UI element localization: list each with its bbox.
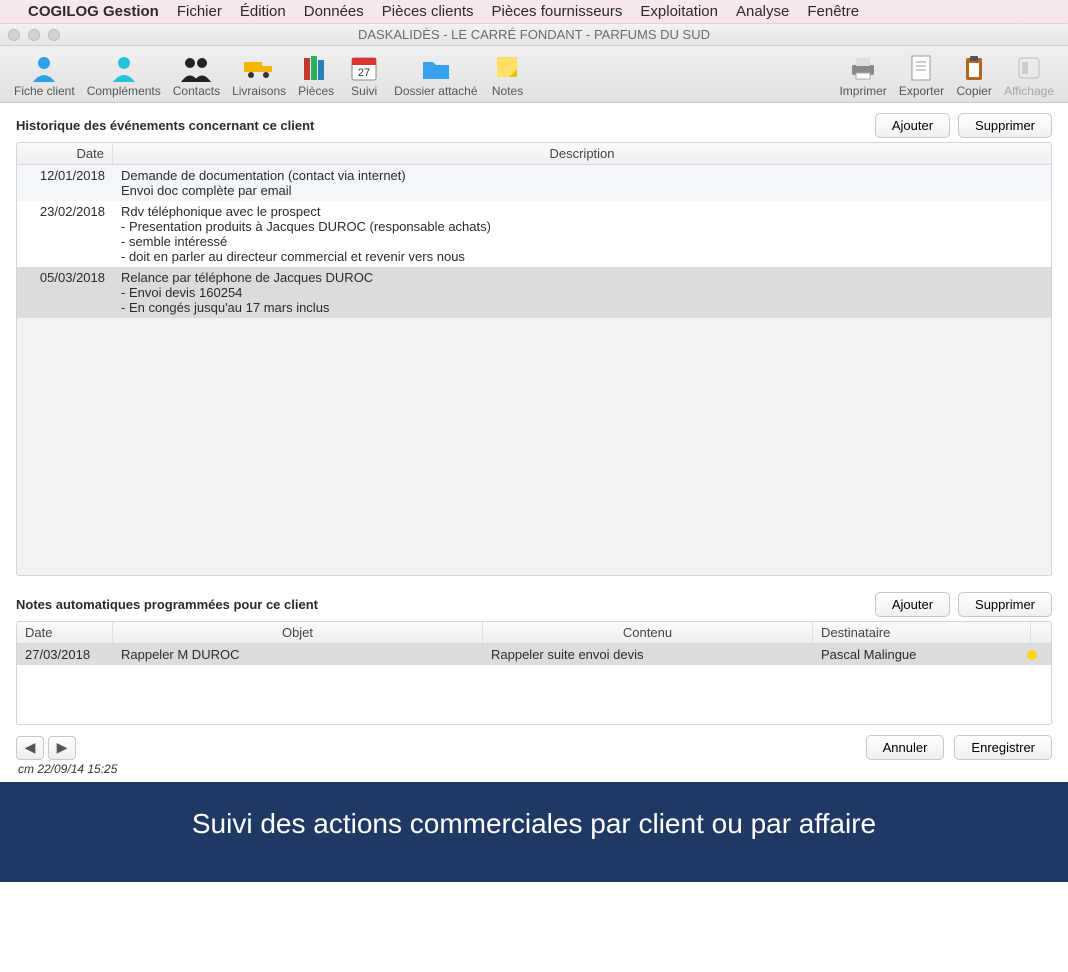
menu-exploitation[interactable]: Exploitation [640, 3, 718, 20]
table-row[interactable]: 12/01/2018Demande de documentation (cont… [17, 165, 1051, 201]
prev-button[interactable]: ◀ [16, 736, 44, 760]
toolbar-label: Contacts [173, 84, 220, 98]
traffic-lights[interactable] [8, 29, 60, 41]
minimize-icon[interactable] [28, 29, 40, 41]
toolbar-dossier-attache[interactable]: Dossier attaché [388, 50, 483, 100]
toolbar-affichage: Affichage [998, 50, 1060, 100]
menu-fichier[interactable]: Fichier [177, 3, 222, 20]
notes-add-button[interactable]: Ajouter [875, 592, 950, 617]
events-col-description[interactable]: Description [113, 143, 1051, 164]
cell-description: Relance par téléphone de Jacques DUROC -… [113, 269, 1051, 316]
notes-col-destinataire[interactable]: Destinataire [813, 622, 1031, 643]
toolbar-label: Fiche client [14, 84, 75, 98]
toolbar-copier[interactable]: Copier [950, 50, 998, 100]
toolbar-imprimer[interactable]: Imprimer [833, 50, 892, 100]
truck-yellow-icon [241, 52, 277, 84]
sticky-yellow-icon [490, 52, 526, 84]
toolbar: Fiche client Compléments Contacts Livraison… [0, 46, 1068, 103]
close-icon[interactable] [8, 29, 20, 41]
toolbar-notes[interactable]: Notes [484, 50, 532, 100]
caption-banner: Suivi des actions commerciales par clien… [0, 782, 1068, 882]
toolbar-label: Notes [492, 84, 523, 98]
table-row[interactable]: 05/03/2018Relance par téléphone de Jacqu… [17, 267, 1051, 318]
menu-analyse[interactable]: Analyse [736, 3, 789, 20]
notes-col-contenu[interactable]: Contenu [483, 622, 813, 643]
notes-table-head: Date Objet Contenu Destinataire [17, 622, 1051, 644]
window-title: DASKALIDÈS - LE CARRÉ FONDANT - PARFUMS … [358, 27, 710, 42]
toolbar-complements[interactable]: Compléments [81, 50, 167, 100]
cell-date: 05/03/2018 [17, 269, 113, 316]
toolbar-label: Livraisons [232, 84, 286, 98]
clipboard-icon [956, 52, 992, 84]
menu-pieces-clients[interactable]: Pièces clients [382, 3, 474, 20]
events-col-date[interactable]: Date [17, 143, 113, 164]
events-add-button[interactable]: Ajouter [875, 113, 950, 138]
menu-fenetre[interactable]: Fenêtre [807, 3, 859, 20]
switch-icon [1011, 52, 1047, 84]
printer-icon [845, 52, 881, 84]
toolbar-label: Copier [956, 84, 991, 98]
toolbar-exporter[interactable]: Exporter [893, 50, 950, 100]
cell-date: 12/01/2018 [17, 167, 113, 199]
zoom-icon[interactable] [48, 29, 60, 41]
cell-date: 27/03/2018 [17, 646, 113, 663]
events-header: Historique des événements concernant ce … [16, 113, 1052, 138]
cell-objet: Rappeler M DUROC [113, 646, 483, 663]
notes-title: Notes automatiques programmées pour ce c… [16, 597, 318, 612]
toolbar-label: Pièces [298, 84, 334, 98]
svg-text:27: 27 [358, 67, 370, 79]
toolbar-fiche-client[interactable]: Fiche client [8, 50, 81, 100]
table-row[interactable]: 23/02/2018Rdv téléphonique avec le prosp… [17, 201, 1051, 267]
footer: ◀ ▶ Annuler Enregistrer [0, 725, 1068, 762]
cell-destinataire: Pascal Malingue [813, 646, 1051, 663]
toolbar-label: Affichage [1004, 84, 1054, 98]
toolbar-label: Imprimer [839, 84, 886, 98]
cancel-button[interactable]: Annuler [866, 735, 945, 760]
toolbar-label: Dossier attaché [394, 84, 477, 98]
books-icon [298, 52, 334, 84]
mac-menubar: COGILOG Gestion Fichier Édition Données … [0, 0, 1068, 24]
toolbar-label: Suivi [351, 84, 377, 98]
menu-edition[interactable]: Édition [240, 3, 286, 20]
folder-blue-icon [418, 52, 454, 84]
calendar-icon: 27 [346, 52, 382, 84]
events-title: Historique des événements concernant ce … [16, 118, 314, 133]
table-row[interactable]: 27/03/2018Rappeler M DUROCRappeler suite… [17, 644, 1051, 665]
notes-col-objet[interactable]: Objet [113, 622, 483, 643]
status-dot-icon [1027, 650, 1037, 660]
window-titlebar: DASKALIDÈS - LE CARRÉ FONDANT - PARFUMS … [0, 24, 1068, 46]
notes-header: Notes automatiques programmées pour ce c… [16, 592, 1052, 617]
toolbar-contacts[interactable]: Contacts [167, 50, 226, 100]
notes-body[interactable]: 27/03/2018Rappeler M DUROCRappeler suite… [17, 644, 1051, 724]
notes-delete-button[interactable]: Supprimer [958, 592, 1052, 617]
timestamp: cm 22/09/14 15:25 [0, 762, 1068, 782]
events-table: Date Description 12/01/2018Demande de do… [16, 142, 1052, 576]
cell-description: Demande de documentation (contact via in… [113, 167, 1051, 199]
toolbar-label: Compléments [87, 84, 161, 98]
document-icon [903, 52, 939, 84]
toolbar-label: Exporter [899, 84, 944, 98]
notes-col-date[interactable]: Date [17, 622, 113, 643]
events-body[interactable]: 12/01/2018Demande de documentation (cont… [17, 165, 1051, 575]
notes-table: Date Objet Contenu Destinataire 27/03/20… [16, 621, 1052, 725]
person-cyan-icon [106, 52, 142, 84]
events-delete-button[interactable]: Supprimer [958, 113, 1052, 138]
menu-pieces-fournisseurs[interactable]: Pièces fournisseurs [492, 3, 623, 20]
app-name[interactable]: COGILOG Gestion [28, 3, 159, 20]
person-blue-icon [26, 52, 62, 84]
cell-contenu: Rappeler suite envoi devis [483, 646, 813, 663]
notes-col-flag [1031, 622, 1051, 643]
events-table-head: Date Description [17, 143, 1051, 165]
toolbar-suivi[interactable]: 27 Suivi [340, 50, 388, 100]
next-button[interactable]: ▶ [48, 736, 76, 760]
cell-date: 23/02/2018 [17, 203, 113, 265]
toolbar-pieces[interactable]: Pièces [292, 50, 340, 100]
people-black-icon [178, 52, 214, 84]
menu-donnees[interactable]: Données [304, 3, 364, 20]
save-button[interactable]: Enregistrer [954, 735, 1052, 760]
toolbar-livraisons[interactable]: Livraisons [226, 50, 292, 100]
cell-description: Rdv téléphonique avec le prospect - Pres… [113, 203, 1051, 265]
